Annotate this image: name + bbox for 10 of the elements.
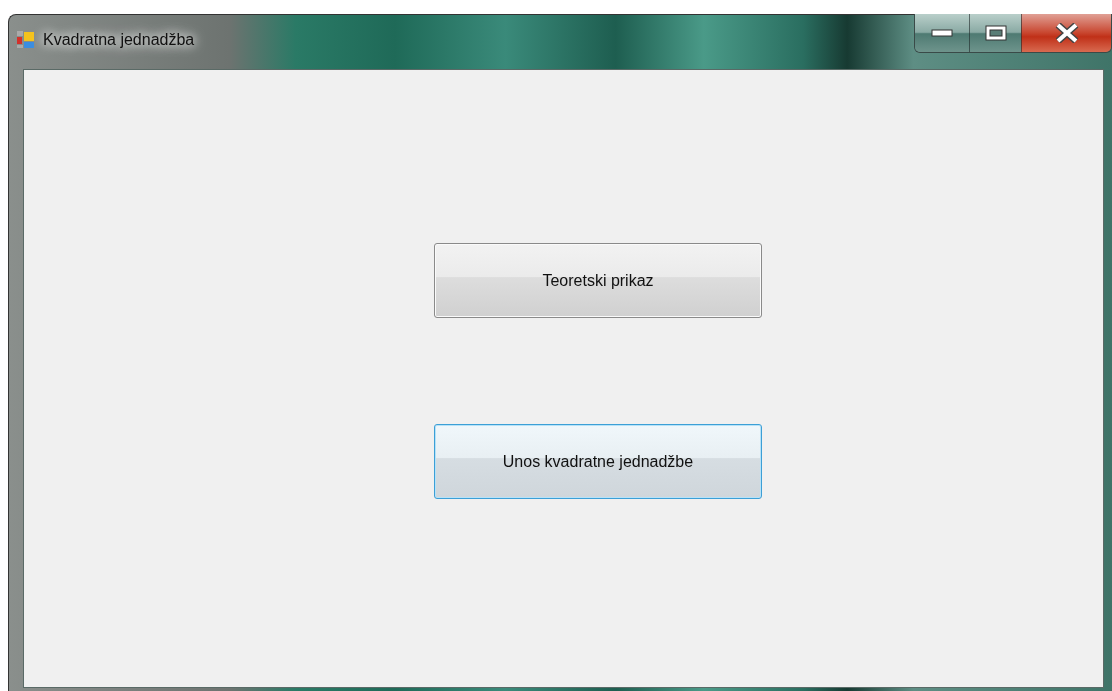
close-button[interactable] — [1021, 14, 1111, 52]
form-button[interactable]: Teoretski prikaz — [434, 243, 762, 318]
window-title: Kvadratna jednadžba — [43, 31, 195, 49]
minimize-icon — [931, 29, 953, 37]
form-button[interactable]: Unos kvadratne jednadžbe — [434, 424, 762, 499]
maximize-button[interactable] — [969, 14, 1021, 52]
minimize-button[interactable] — [915, 14, 969, 52]
app-icon — [17, 31, 35, 49]
close-icon — [1054, 23, 1079, 43]
maximize-icon — [984, 25, 1007, 41]
